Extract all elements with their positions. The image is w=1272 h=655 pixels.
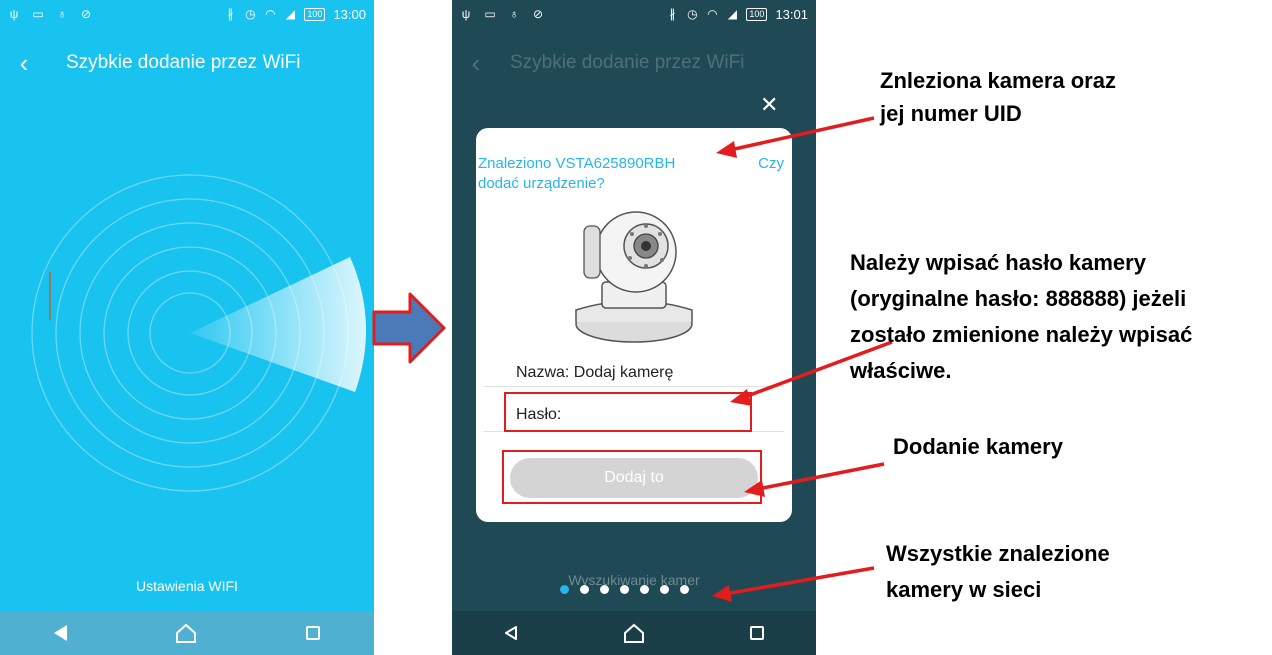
annotation-pwd-line3: zostało zmienione należy wpisać [850,322,1193,347]
annotation-uid-line1: Znleziona kamera oraz [880,68,1116,93]
annotation-add: Dodanie kamery [893,434,1063,459]
annotation-pwd-line2: (oryginalne hasło: 888888) jeżeli [850,286,1187,311]
annotation-all-line1: Wszystkie znalezione [886,541,1110,566]
annotation-uid: Znleziona kamera oraz jej numer UID [880,64,1116,130]
annotation-all-line2: kamery w sieci [886,577,1042,602]
annotation-all-cameras: Wszystkie znalezione kamery w sieci [886,536,1110,608]
annotation-uid-line2: jej numer UID [880,101,1022,126]
annotation-pwd-line4: właściwe. [850,358,952,383]
annotation-pwd-line1: Należy wpisać hasło kamery [850,250,1146,275]
annotation-password: Należy wpisać hasło kamery (oryginalne h… [850,245,1192,389]
